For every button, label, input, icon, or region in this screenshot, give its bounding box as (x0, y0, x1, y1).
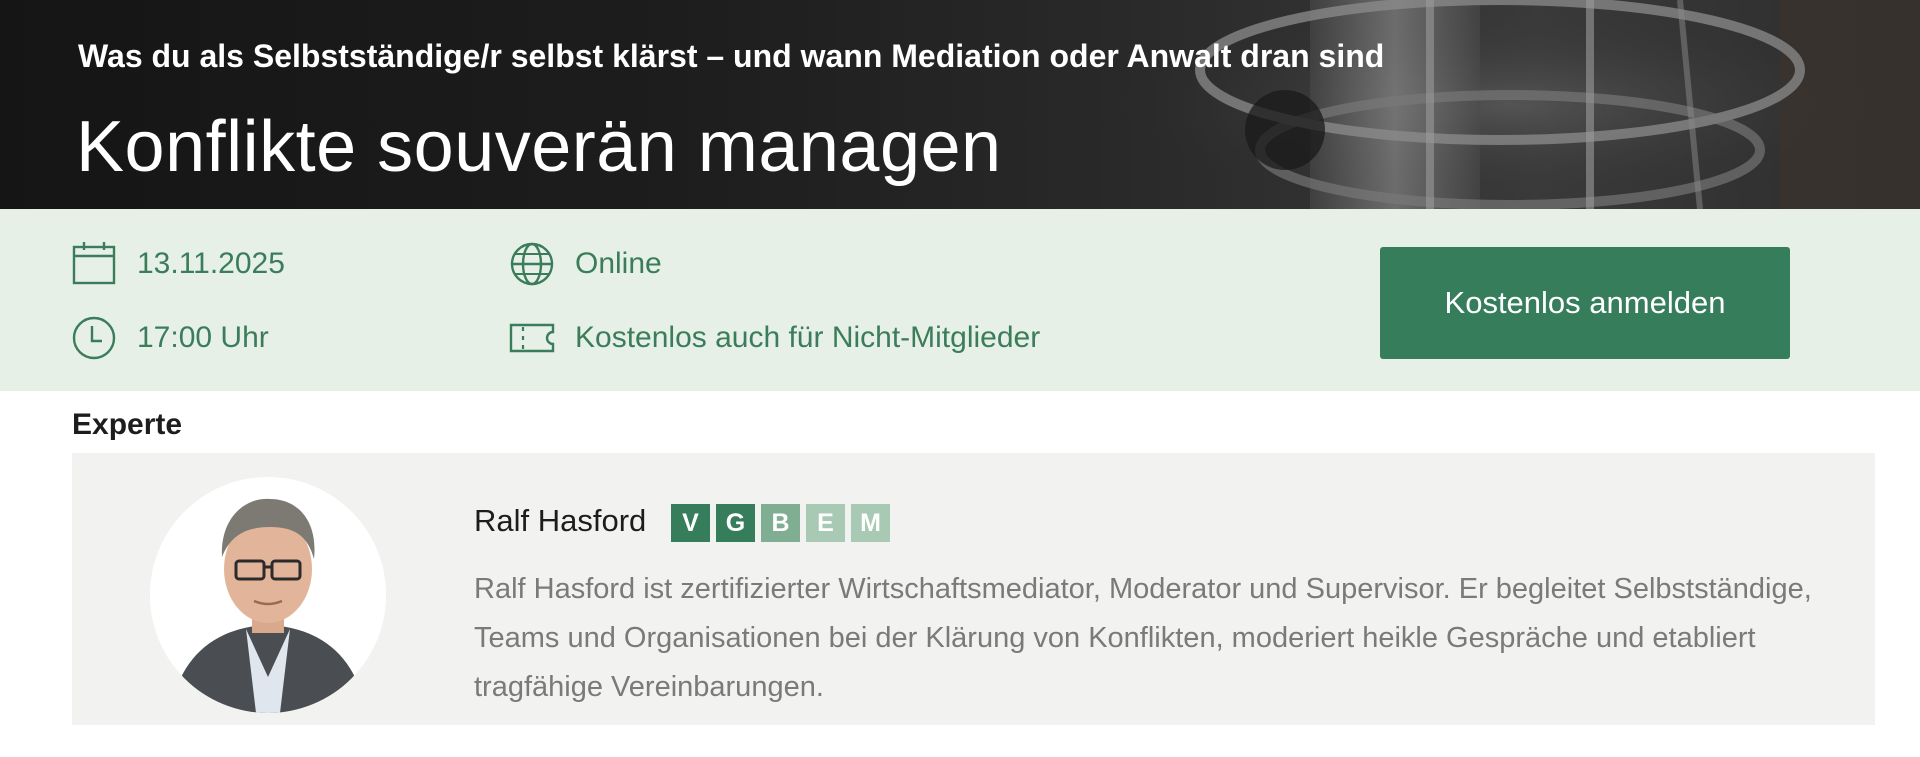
hero-banner: Was du als Selbstständige/r selbst klärs… (0, 0, 1920, 209)
avatar (150, 477, 386, 713)
event-date: 13.11.2025 (71, 241, 285, 287)
expert-badges: V G B E M (671, 504, 890, 542)
expert-section-heading: Experte (72, 408, 183, 441)
badge-m: M (851, 504, 890, 542)
expert-bio: Ralf Hasford ist zertifizierter Wirtscha… (474, 573, 1812, 703)
expert-card: Ralf Hasford V G B E M Ralf Hasford ist … (72, 453, 1875, 725)
event-price: Kostenlos auch für Nicht-Mitglieder (509, 315, 1040, 361)
ticket-icon (509, 315, 555, 361)
calendar-icon (71, 241, 117, 287)
badge-e: E (806, 504, 845, 542)
event-time: 17:00 Uhr (71, 315, 269, 361)
event-info-band: 13.11.2025 17:00 Uhr Online Kostenlos au… (0, 209, 1920, 391)
badge-b: B (761, 504, 800, 542)
register-button[interactable]: Kostenlos anmelden (1380, 247, 1790, 359)
badge-g: G (716, 504, 755, 542)
globe-icon (509, 241, 555, 287)
page-title: Konflikte souverän managen (76, 107, 1002, 187)
hero-subtitle: Was du als Selbstständige/r selbst klärs… (78, 38, 1385, 74)
event-time-text: 17:00 Uhr (137, 321, 269, 354)
event-location: Online (509, 241, 662, 287)
expert-name: Ralf Hasford (474, 503, 647, 538)
clock-icon (71, 315, 117, 361)
event-date-text: 13.11.2025 (137, 247, 285, 280)
event-price-text: Kostenlos auch für Nicht-Mitglieder (575, 321, 1041, 354)
expert-portrait (150, 477, 386, 713)
badge-v: V (671, 504, 710, 542)
event-location-text: Online (575, 247, 662, 280)
